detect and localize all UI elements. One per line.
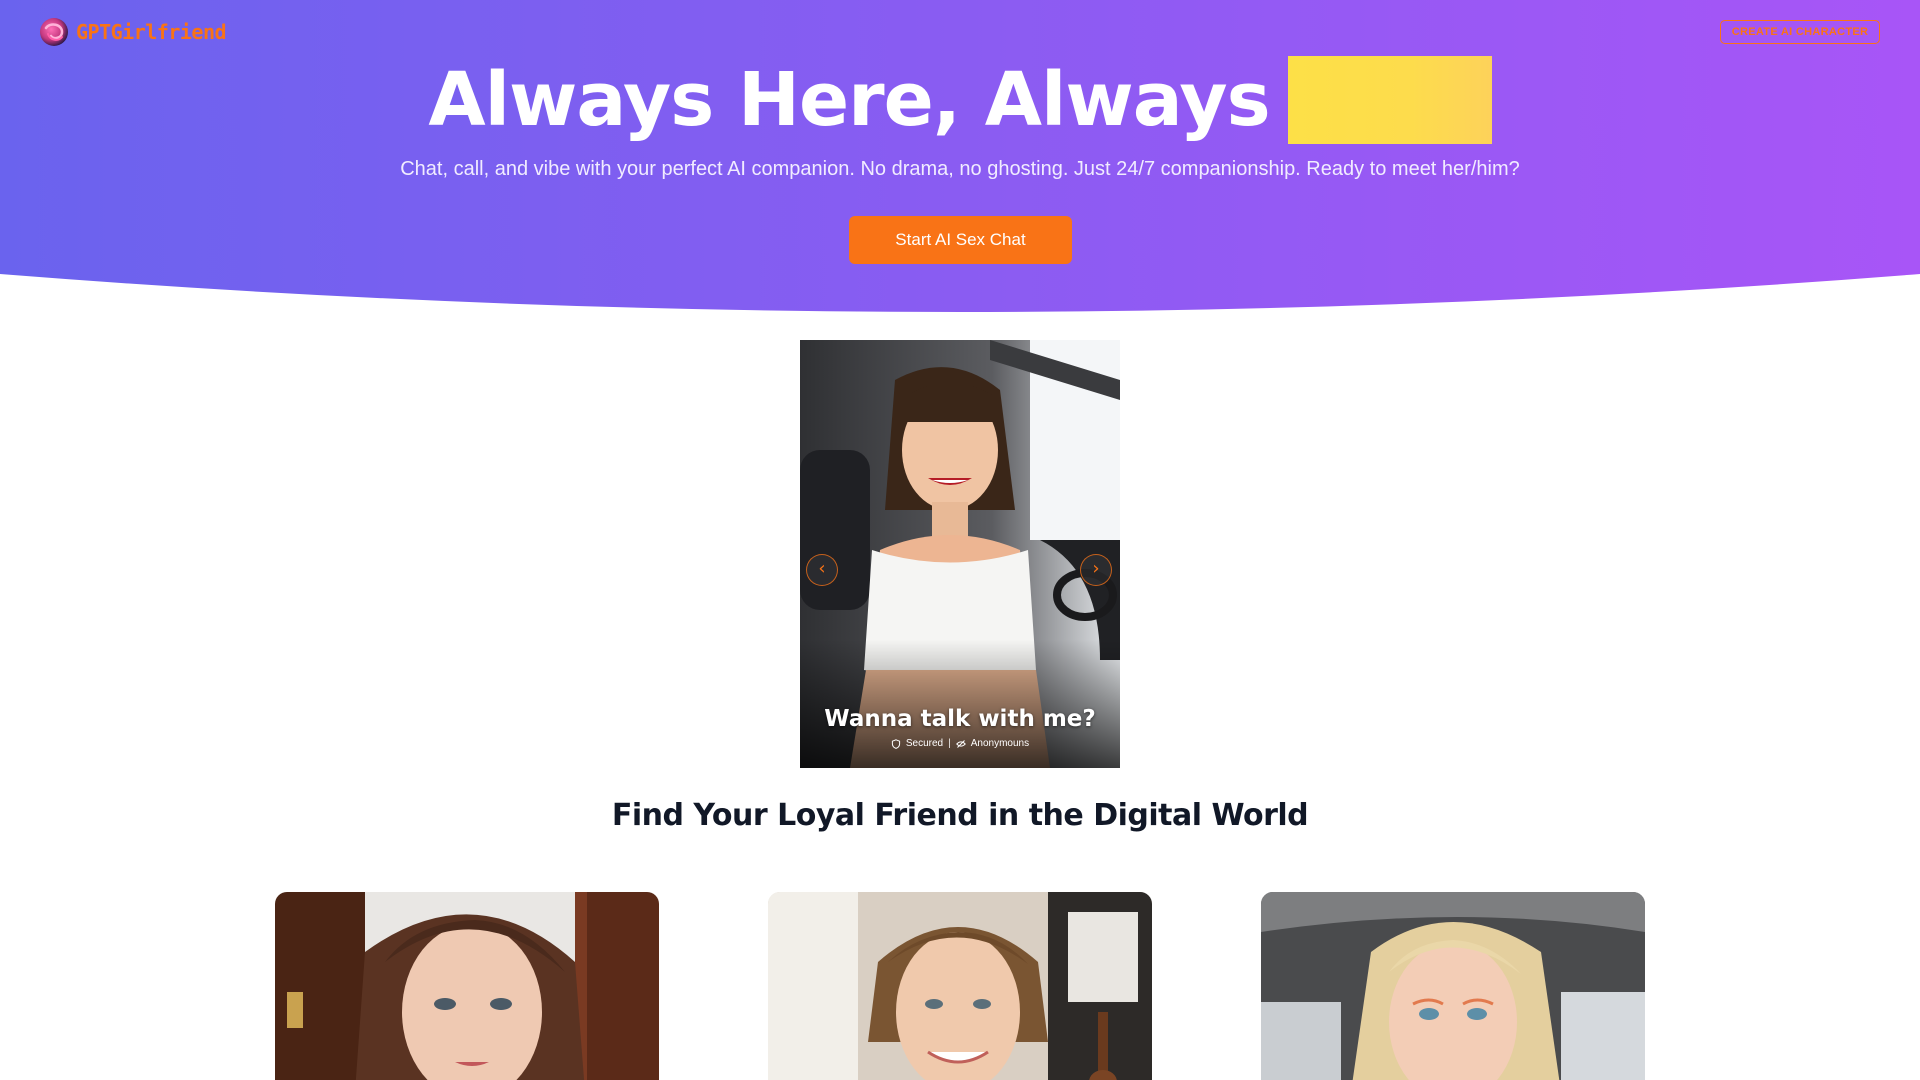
secured-label: Secured — [905, 738, 944, 749]
swirl-logo-icon — [40, 18, 68, 46]
top-navigation: GPTGirlfriend CREATE AI CHARACTER — [0, 0, 1920, 64]
featured-caption: Wanna talk with me? — [824, 706, 1096, 732]
featured-character-image — [800, 340, 1120, 768]
hero-section: GPTGirlfriend CREATE AI CHARACTER Always… — [0, 0, 1920, 320]
featured-meta: Secured | Anonymouns — [800, 738, 1120, 749]
character-card[interactable] — [1261, 892, 1645, 1080]
chevron-right-icon[interactable]: › — [1080, 554, 1112, 586]
section-title: Find Your Loyal Friend in the Digital Wo… — [611, 798, 1309, 833]
character-card-image — [768, 892, 1152, 1080]
brand-name: GPTGirlfriend — [76, 20, 227, 44]
featured-character-card[interactable] — [800, 340, 1120, 768]
start-chat-button[interactable]: Start AI Sex Chat — [849, 216, 1072, 264]
character-card-image — [1261, 892, 1645, 1080]
brand[interactable]: GPTGirlfriend — [40, 18, 227, 46]
create-ai-character-button[interactable]: CREATE AI CHARACTER — [1720, 20, 1880, 44]
anonymous-label: Anonymouns — [970, 738, 1030, 749]
hero-subtitle: Chat, call, and vibe with your perfect A… — [400, 158, 1520, 180]
meta-separator: | — [948, 738, 951, 749]
shield-icon — [891, 738, 900, 749]
character-card[interactable] — [768, 892, 1152, 1080]
chevron-left-icon[interactable]: ‹ — [806, 554, 838, 586]
hero-title: Always Here, Always — [0, 56, 1920, 144]
hero-title-text: Always Here, Always — [428, 57, 1270, 143]
eye-off-icon — [955, 739, 966, 748]
character-card[interactable] — [275, 892, 659, 1080]
hero-title-highlight-box — [1287, 56, 1492, 144]
character-card-image — [275, 892, 659, 1080]
